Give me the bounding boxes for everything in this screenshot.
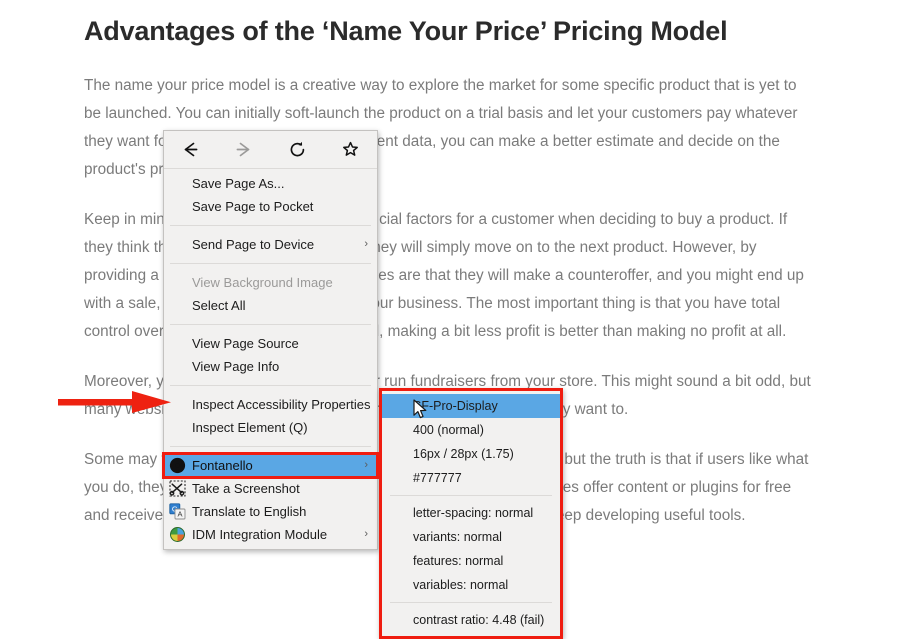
menu-item-save-page-to-pocket[interactable]: Save Page to Pocket (164, 195, 377, 218)
contrast-ratio-value: contrast ratio: 4.48 (fail) (413, 613, 545, 627)
variables-value: variables: normal (413, 578, 509, 592)
menu-separator (170, 385, 371, 386)
menu-item-label: Select All (192, 298, 246, 313)
menu-item-view-background-image: View Background Image (164, 271, 377, 294)
variants-row[interactable]: variants: normal (382, 525, 560, 549)
menu-item-label: Fontanello (192, 458, 253, 473)
svg-text:A: A (177, 510, 182, 519)
menu-item-view-page-info[interactable]: View Page Info (164, 355, 377, 378)
chevron-right-icon: › (364, 459, 368, 471)
menu-item-fontanello[interactable]: Fontanello › (162, 452, 379, 479)
scissors-icon (169, 480, 186, 497)
menu-separator (170, 263, 371, 264)
letter-spacing-value: letter-spacing: normal (413, 506, 534, 520)
menu-item-label: Send Page to Device (192, 237, 315, 252)
menu-item-take-a-screenshot[interactable]: Take a Screenshot (164, 477, 377, 500)
translate-icon: G A (169, 503, 186, 520)
menu-item-label: Take a Screenshot (192, 481, 300, 496)
menu-group-send: Send Page to Device › (164, 230, 377, 259)
contrast-ratio-row[interactable]: contrast ratio: 4.48 (fail) (382, 608, 560, 632)
back-icon[interactable] (176, 136, 206, 164)
font-family-value: SF-Pro-Display (413, 399, 498, 413)
chevron-right-icon: › (364, 528, 368, 540)
fontanello-submenu[interactable]: SF-Pro-Display 400 (normal) 16px / 28px … (379, 388, 563, 639)
chevron-right-icon: › (364, 238, 368, 250)
menu-item-label: IDM Integration Module (192, 527, 328, 542)
menu-item-label: View Page Info (192, 359, 280, 374)
features-value: features: normal (413, 554, 504, 568)
menu-item-translate-to-english[interactable]: G A Translate to English (164, 500, 377, 523)
menu-separator (170, 446, 371, 447)
page-title: Advantages of the ‘Name Your Price’ Pric… (84, 16, 728, 46)
menu-item-inspect-accessibility-properties[interactable]: Inspect Accessibility Properties (164, 393, 377, 416)
menu-group-inspect: Inspect Accessibility Properties Inspect… (164, 390, 377, 442)
submenu-separator (390, 495, 552, 496)
menu-group-view: View Background Image Select All (164, 268, 377, 320)
browser-context-menu[interactable]: Save Page As... Save Page to Pocket Send… (162, 130, 379, 550)
menu-item-inspect-element[interactable]: Inspect Element (Q) (164, 416, 377, 439)
menu-group-save: Save Page As... Save Page to Pocket (164, 169, 377, 221)
features-row[interactable]: features: normal (382, 549, 560, 573)
menu-item-save-page-as[interactable]: Save Page As... (164, 172, 377, 195)
forward-icon (229, 136, 259, 164)
submenu-separator (390, 602, 552, 603)
fontanello-icon (169, 457, 186, 474)
menu-item-send-page-to-device[interactable]: Send Page to Device › (164, 233, 377, 256)
menu-item-label: Save Page As... (192, 176, 285, 191)
menu-item-select-all[interactable]: Select All (164, 294, 377, 317)
menu-item-label: Save Page to Pocket (192, 199, 314, 214)
font-size-value: 16px / 28px (1.75) (413, 447, 514, 461)
menu-item-label: Translate to English (192, 504, 307, 519)
menu-item-view-page-source[interactable]: View Page Source (164, 332, 377, 355)
font-color-row[interactable]: #777777 (382, 466, 560, 490)
variants-value: variants: normal (413, 530, 502, 544)
letter-spacing-row[interactable]: letter-spacing: normal (382, 501, 560, 525)
font-color-value: #777777 (413, 471, 462, 485)
menu-separator (170, 324, 371, 325)
variables-row[interactable]: variables: normal (382, 573, 560, 597)
menu-group-page: View Page Source View Page Info (164, 329, 377, 381)
menu-item-label: Inspect Accessibility Properties (192, 397, 371, 412)
reload-icon[interactable] (282, 136, 312, 164)
idm-globe-icon (169, 526, 186, 543)
font-size-row[interactable]: 16px / 28px (1.75) (382, 442, 560, 466)
font-weight-value: 400 (normal) (413, 423, 484, 437)
font-family-row[interactable]: SF-Pro-Display (382, 394, 560, 418)
font-weight-row[interactable]: 400 (normal) (382, 418, 560, 442)
menu-item-label: Inspect Element (Q) (192, 420, 308, 435)
context-menu-nav-row (164, 131, 377, 169)
bookmark-star-icon[interactable] (335, 136, 365, 164)
menu-group-extensions: Fontanello › Take a Screenshot G A Trans… (162, 451, 379, 549)
menu-item-idm-integration-module[interactable]: IDM Integration Module › (164, 523, 377, 546)
menu-item-label: View Background Image (192, 275, 333, 290)
menu-separator (170, 225, 371, 226)
menu-item-label: View Page Source (192, 336, 299, 351)
